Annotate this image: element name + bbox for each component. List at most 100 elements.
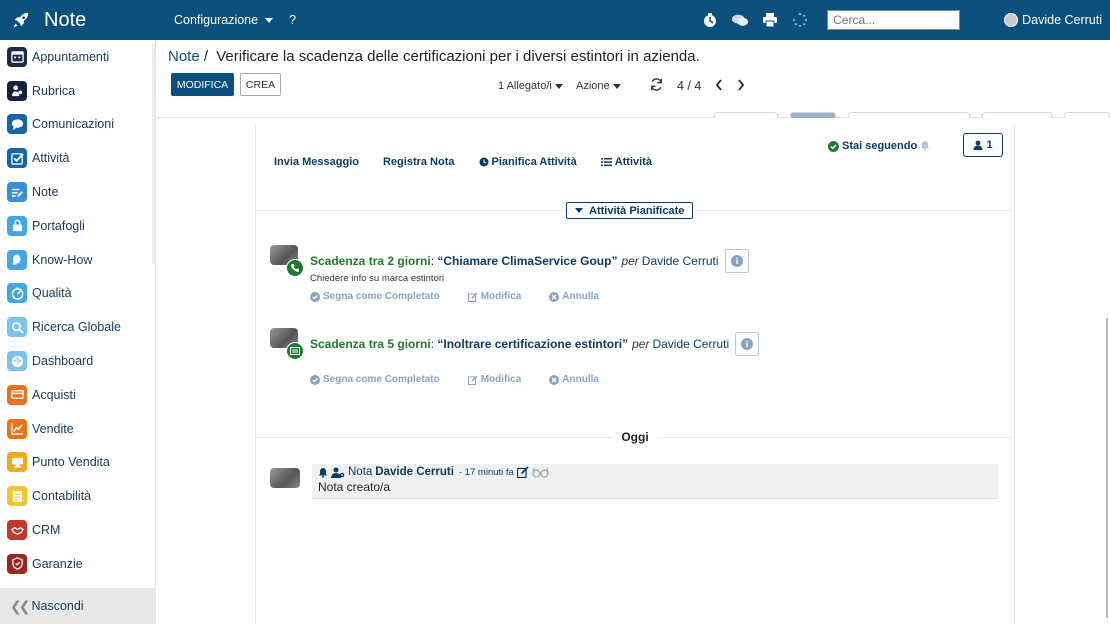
messages-icon[interactable]: [731, 11, 749, 29]
sidebar-item-dashboard[interactable]: Dashboard: [0, 344, 155, 378]
chatter-actions: Invia Messaggio Registra Nota Pianifica …: [274, 156, 652, 168]
handshake-icon: [7, 520, 27, 541]
card-icon: [7, 384, 27, 405]
sidebar-item-contabilità[interactable]: Contabilità: [0, 479, 155, 513]
activity-info-button[interactable]: [735, 332, 760, 356]
contacts-icon: [7, 80, 27, 101]
mark-done-label: Segna come Completato: [323, 291, 440, 302]
sidebar-item-vendite[interactable]: Vendite: [0, 412, 155, 446]
sidebar-scrollbar[interactable]: [152, 44, 155, 264]
chatter-panel: Invia Messaggio Registra Nota Pianifica …: [255, 124, 1015, 624]
avatar: [1004, 13, 1019, 27]
sidebar-item-know-how[interactable]: Know-How: [0, 243, 155, 277]
user-name: Davide Cerruti: [1022, 13, 1102, 27]
planned-activities-label: Attività Pianificate: [589, 204, 685, 217]
cancel-activity-button[interactable]: Annulla: [549, 374, 599, 385]
sidebar-item-acquisti[interactable]: Acquisti: [0, 378, 155, 412]
edit-activity-label: Modifica: [480, 291, 522, 302]
cancel-activity-button[interactable]: Annulla: [549, 291, 599, 302]
list-icon: [600, 158, 612, 167]
sidebar-item-label: Dashboard: [32, 354, 94, 369]
sidebar-item-portafogli[interactable]: Portafogli: [0, 209, 155, 243]
configuration-label: Configurazione: [174, 13, 259, 27]
activity-info-button[interactable]: [724, 249, 749, 273]
hide-sidebar-button[interactable]: ❮❮ Nascondi: [0, 588, 156, 624]
message-type: Nota: [348, 466, 373, 478]
sidebar-item-garanzie[interactable]: Garanzie: [0, 547, 155, 581]
sidebar-item-label: Rubrica: [32, 83, 76, 98]
action-dropdown[interactable]: Azione: [576, 80, 621, 92]
sidebar-item-appuntamenti[interactable]: Appuntamenti: [0, 40, 155, 74]
send-message-button[interactable]: Invia Messaggio: [274, 156, 359, 168]
message-author[interactable]: Davide Cerruti: [375, 466, 454, 478]
pager-previous-icon[interactable]: [715, 78, 723, 94]
log-note-button[interactable]: Registra Nota: [383, 156, 455, 168]
search-input[interactable]: [827, 10, 961, 30]
sidebar-item-note[interactable]: Note: [0, 175, 155, 209]
configuration-menu[interactable]: Configurazione: [174, 13, 274, 27]
sidebar-menu: Appuntamenti Rubrica Comunicazioni Attività…: [0, 40, 155, 581]
followers-button[interactable]: 1: [963, 133, 1003, 157]
info-icon: [741, 338, 754, 350]
dashboard-icon: [7, 351, 27, 372]
sidebar-item-label: Acquisti: [32, 387, 76, 402]
edit-icon[interactable]: [516, 466, 529, 478]
sidebar-item-qualità[interactable]: Qualità: [0, 277, 155, 311]
check-circle-icon: [310, 374, 320, 385]
mark-done-label: Segna come Completato: [323, 374, 440, 385]
activity-summary: Scadenza tra 5 giorni: “Inoltrare certif…: [310, 332, 760, 356]
glasses-icon[interactable]: [532, 467, 549, 478]
colon-separator: :: [430, 254, 438, 268]
activities-button[interactable]: Attività: [600, 156, 652, 168]
sidebar-item-punto-vendita[interactable]: Punto Vendita: [0, 446, 155, 480]
followers-count: 1: [986, 139, 993, 151]
top-bar: Note Configurazione ? Davide Cerruti: [0, 0, 1110, 40]
sidebar-item-attività[interactable]: Attività: [0, 141, 155, 175]
help-menu[interactable]: ?: [289, 13, 296, 27]
sidebar-item-rubrica[interactable]: Rubrica: [0, 74, 155, 108]
bell-icon[interactable]: [920, 140, 930, 154]
caret-down-icon: [554, 83, 563, 89]
refresh-icon[interactable]: [650, 78, 663, 94]
planned-activities-toggle[interactable]: Attività Pianificate: [566, 202, 694, 219]
edit-activity-button[interactable]: Modifica: [467, 374, 522, 385]
edit-activity-label: Modifica: [480, 374, 522, 385]
lock-icon: [7, 215, 27, 236]
user-menu[interactable]: Davide Cerruti: [1004, 13, 1102, 27]
activity-user[interactable]: Davide Cerruti: [642, 254, 719, 268]
activity-subject: “Inoltrare certificazione estintori”: [437, 337, 629, 351]
pager-value: 4 / 4: [677, 79, 702, 93]
cancel-activity-label: Annulla: [562, 291, 599, 302]
loading-spinner-icon: [791, 11, 809, 29]
pos-icon: [7, 452, 27, 473]
create-button[interactable]: CREA: [240, 73, 281, 96]
app-brand[interactable]: Note: [0, 9, 160, 32]
check-circle-icon: [310, 291, 320, 302]
sidebar-item-comunicazioni[interactable]: Comunicazioni: [0, 108, 155, 142]
edit-button[interactable]: MODIFICA: [171, 73, 234, 96]
activity-summary: Scadenza tra 2 giorni: “Chiamare ClimaSe…: [310, 249, 749, 273]
main-scrollbar[interactable]: [1106, 318, 1108, 618]
activity-clock-icon[interactable]: [701, 11, 719, 29]
hide-sidebar-label: Nascondi: [31, 599, 84, 613]
edit-activity-button[interactable]: Modifica: [467, 291, 522, 302]
mark-done-button[interactable]: Segna come Completato: [310, 374, 440, 385]
attachments-dropdown[interactable]: 1 Allegato/i: [498, 80, 563, 92]
mark-done-button[interactable]: Segna come Completato: [310, 291, 440, 302]
attachments-label: 1 Allegato/i: [498, 80, 552, 92]
sidebar-item-crm[interactable]: CRM: [0, 513, 155, 547]
breadcrumb-note-link[interactable]: Note: [168, 48, 200, 65]
bell-icon: [319, 467, 327, 478]
sidebar-item-ricerca-globale[interactable]: Ricerca Globale: [0, 310, 155, 344]
check-circle-icon: [828, 140, 839, 152]
cancel-activity-label: Annulla: [562, 374, 599, 385]
schedule-activity-button[interactable]: Pianifica Attività: [479, 156, 577, 168]
activity-by: per: [621, 254, 639, 268]
activity-user[interactable]: Davide Cerruti: [652, 337, 729, 351]
sidebar-item-label: Attività: [32, 151, 70, 166]
following-toggle[interactable]: Stai seguendo: [828, 140, 917, 152]
pager-next-icon[interactable]: [737, 78, 745, 94]
following-label: Stai seguendo: [842, 140, 918, 152]
activity-operations: Segna come Completato Modifica Annulla: [310, 374, 599, 385]
print-icon[interactable]: [761, 11, 779, 29]
